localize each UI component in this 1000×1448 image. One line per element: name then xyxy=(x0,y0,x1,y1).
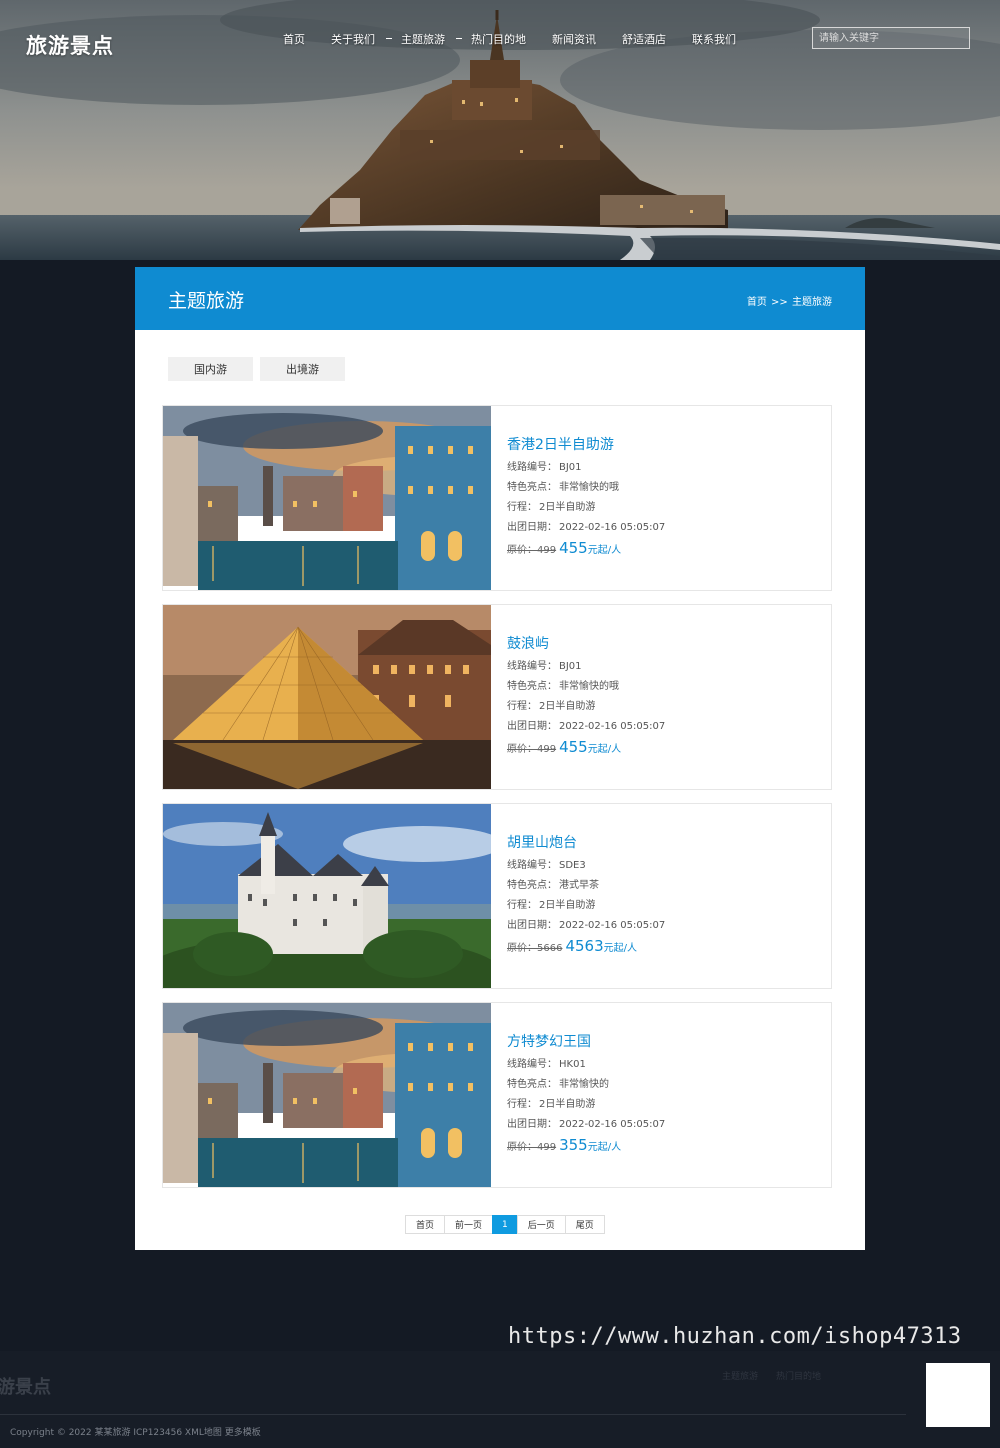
tour-feature: 特色亮点： 港式早茶 xyxy=(507,880,599,891)
tour-card[interactable]: 香港2日半自助游 线路编号： BJ01 特色亮点： 非常愉快的哦 行程： 2日半自助游… xyxy=(162,405,832,591)
panel-header: 主题旅游 首页 >> 主题旅游 xyxy=(135,267,865,330)
footer-divider xyxy=(0,1414,906,1415)
tour-image-venice[interactable] xyxy=(163,406,491,590)
tour-price: 原价：499 455 元起/人 xyxy=(507,539,665,557)
tour-trip: 行程： 2日半自助游 xyxy=(507,1099,596,1110)
sale-price: 455 xyxy=(559,738,588,756)
tour-name[interactable]: 方特梦幻王国 xyxy=(507,1031,665,1051)
price-unit: 元起/人 xyxy=(587,1142,622,1153)
tour-price: 原价：5666 4563 元起/人 xyxy=(507,937,665,955)
tour-info: 香港2日半自助游 线路编号： BJ01 特色亮点： 非常愉快的哦 行程： 2日半自助游… xyxy=(491,406,665,590)
tour-name[interactable]: 鼓浪屿 xyxy=(507,633,665,653)
tour-name[interactable]: 胡里山炮台 xyxy=(507,832,665,852)
tour-trip: 行程： 2日半自助游 xyxy=(507,900,596,911)
tab-domestic[interactable]: 国内游 xyxy=(168,357,253,381)
footer-links: 主题旅游 热门目的地 xyxy=(722,1369,821,1382)
original-price: 原价：499 xyxy=(507,744,557,755)
category-tabs: 国内游 出境游 xyxy=(168,357,345,381)
page-title: 主题旅游 xyxy=(168,290,245,312)
hero-banner: 旅游景点 首页 关于我们 主题旅游 热门目的地 新闻资讯 舒适酒店 联系我们 xyxy=(0,0,1000,260)
tour-image-louvre[interactable] xyxy=(163,605,491,789)
tour-trip: 行程： 2日半自助游 xyxy=(507,502,596,513)
site-logo[interactable]: 旅游景点 xyxy=(26,30,114,60)
tour-price: 原价：499 455 元起/人 xyxy=(507,738,665,756)
main-nav: 首页 关于我们 主题旅游 热门目的地 新闻资讯 舒适酒店 联系我们 xyxy=(270,31,749,47)
breadcrumb-home[interactable]: 首页 xyxy=(747,297,767,308)
nav-destinations[interactable]: 热门目的地 xyxy=(456,31,539,47)
tour-code: 线路编号： SDE3 xyxy=(507,860,586,871)
nav-about[interactable]: 关于我们 xyxy=(318,31,388,47)
breadcrumb-current[interactable]: 主题旅游 xyxy=(792,297,832,308)
price-unit: 元起/人 xyxy=(603,943,638,954)
tour-feature: 特色亮点： 非常愉快的哦 xyxy=(507,681,619,692)
sale-price: 355 xyxy=(559,1136,588,1154)
tour-feature: 特色亮点： 非常愉快的哦 xyxy=(507,482,619,493)
tour-trip: 行程： 2日半自助游 xyxy=(507,701,596,712)
tour-code: 线路编号： BJ01 xyxy=(507,462,582,473)
breadcrumb: 首页 >> 主题旅游 xyxy=(747,293,832,308)
nav-news[interactable]: 新闻资讯 xyxy=(539,31,609,47)
tab-outbound[interactable]: 出境游 xyxy=(260,357,345,381)
pagination: 首页 前一页 1 后一页 尾页 xyxy=(405,1215,605,1234)
tour-info: 方特梦幻王国 线路编号： HK01 特色亮点： 非常愉快的 行程： 2日半自助游 出团… xyxy=(491,1003,665,1187)
tour-info: 鼓浪屿 线路编号： BJ01 特色亮点： 非常愉快的哦 行程： 2日半自助游 出团日期… xyxy=(491,605,665,789)
original-price: 原价：499 xyxy=(507,545,557,556)
tour-date: 出团日期： 2022-02-16 05:05:07 xyxy=(507,920,666,931)
tour-list: 香港2日半自助游 线路编号： BJ01 特色亮点： 非常愉快的哦 行程： 2日半自助游… xyxy=(162,405,832,1201)
tour-card[interactable]: 方特梦幻王国 线路编号： HK01 特色亮点： 非常愉快的 行程： 2日半自助游 出团… xyxy=(162,1002,832,1188)
sale-price: 455 xyxy=(559,539,588,557)
nav-contact[interactable]: 联系我们 xyxy=(679,31,749,47)
page-first[interactable]: 首页 xyxy=(405,1215,446,1234)
breadcrumb-separator: >> xyxy=(771,297,788,308)
tour-name[interactable]: 香港2日半自助游 xyxy=(507,434,665,454)
nav-home[interactable]: 首页 xyxy=(270,31,318,47)
page-current[interactable]: 1 xyxy=(492,1215,518,1234)
original-price: 原价：5666 xyxy=(507,943,563,954)
back-to-top-button[interactable] xyxy=(926,1363,990,1427)
search-input[interactable] xyxy=(812,27,970,49)
content-panel: 主题旅游 首页 >> 主题旅游 国内游 出境游 香港2日半自助游 线路编号： B… xyxy=(135,267,865,1250)
copyright-text: Copyright © 2022 某某旅游 ICP123456 XML地图 更多… xyxy=(10,1428,261,1438)
tour-code: 线路编号： BJ01 xyxy=(507,661,582,672)
tour-image-venice[interactable] xyxy=(163,1003,491,1187)
tour-feature: 特色亮点： 非常愉快的 xyxy=(507,1079,609,1090)
footer-link-theme[interactable]: 主题旅游 xyxy=(722,1369,758,1382)
nav-hotels[interactable]: 舒适酒店 xyxy=(609,31,679,47)
footer-logo[interactable]: 游景点 xyxy=(0,1373,51,1399)
tour-date: 出团日期： 2022-02-16 05:05:07 xyxy=(507,522,666,533)
page-prev[interactable]: 前一页 xyxy=(444,1215,494,1234)
sale-price: 4563 xyxy=(565,937,604,955)
page-last[interactable]: 尾页 xyxy=(564,1215,605,1234)
price-unit: 元起/人 xyxy=(587,545,622,556)
nav-theme-tours[interactable]: 主题旅游 xyxy=(386,31,458,47)
watermark-url: https://www.huzhan.com/ishop47313 xyxy=(508,1324,962,1349)
original-price: 原价：499 xyxy=(507,1142,557,1153)
tour-card[interactable]: 鼓浪屿 线路编号： BJ01 特色亮点： 非常愉快的哦 行程： 2日半自助游 出团日期… xyxy=(162,604,832,790)
price-unit: 元起/人 xyxy=(587,744,622,755)
tour-price: 原价：499 355 元起/人 xyxy=(507,1136,665,1154)
tour-image-castle[interactable] xyxy=(163,804,491,988)
tour-card[interactable]: 胡里山炮台 线路编号： SDE3 特色亮点： 港式早茶 行程： 2日半自助游 出团日期… xyxy=(162,803,832,989)
tour-date: 出团日期： 2022-02-16 05:05:07 xyxy=(507,1119,666,1130)
tour-info: 胡里山炮台 线路编号： SDE3 特色亮点： 港式早茶 行程： 2日半自助游 出团日期… xyxy=(491,804,665,988)
tour-date: 出团日期： 2022-02-16 05:05:07 xyxy=(507,721,666,732)
tour-code: 线路编号： HK01 xyxy=(507,1059,586,1070)
footer-link-destinations[interactable]: 热门目的地 xyxy=(776,1369,821,1382)
site-footer: 游景点 主题旅游 热门目的地 Copyright © 2022 某某旅游 ICP… xyxy=(0,1351,1000,1448)
page-next[interactable]: 后一页 xyxy=(516,1215,566,1234)
